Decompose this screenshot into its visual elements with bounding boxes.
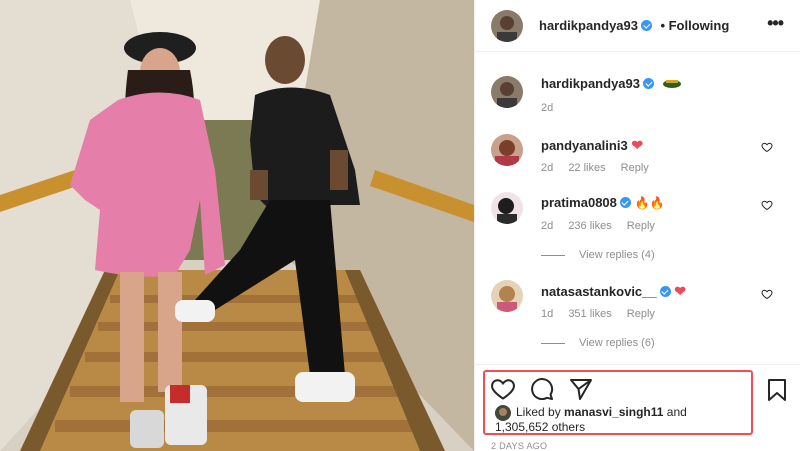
comment-time: 1d bbox=[541, 308, 554, 320]
heart-icon[interactable] bbox=[761, 288, 773, 300]
save-icon[interactable] bbox=[766, 378, 788, 402]
caption-username-line: hardikpandya93 bbox=[541, 76, 682, 91]
caption-time: 2d bbox=[541, 102, 554, 114]
post-image bbox=[0, 0, 474, 451]
author-line: hardikpandya93 • Following bbox=[539, 17, 729, 35]
comment-likes[interactable]: 236 likes bbox=[568, 220, 611, 232]
likes-count[interactable]: 1,305,652 others bbox=[495, 420, 585, 434]
caption-username[interactable]: hardikpandya93 bbox=[541, 76, 640, 91]
comment-avatar[interactable] bbox=[491, 280, 523, 312]
comment-likes[interactable]: 351 likes bbox=[568, 308, 611, 320]
caption-meta: 2d bbox=[541, 102, 565, 114]
comment-meta: 2d 236 likes Reply bbox=[541, 220, 667, 232]
post-sidebar: hardikpandya93 • Following ••• hardikpan… bbox=[474, 0, 800, 451]
reply-button[interactable]: Reply bbox=[627, 308, 655, 320]
comment-icon[interactable] bbox=[530, 378, 554, 400]
liked-by-label: Liked by bbox=[516, 405, 561, 419]
view-replies-label: View replies (4) bbox=[579, 249, 655, 261]
view-replies-label: View replies (6) bbox=[579, 337, 655, 349]
reply-button[interactable]: Reply bbox=[621, 162, 649, 174]
replies-divider bbox=[541, 342, 565, 344]
comment-username-line: pratima0808 🔥🔥 bbox=[541, 195, 664, 210]
cap-emoji-icon bbox=[662, 80, 681, 88]
verified-icon bbox=[659, 286, 671, 297]
comment-username-line: natasastankovic__ ❤ bbox=[541, 283, 686, 300]
comment-likes[interactable]: 22 likes bbox=[568, 162, 605, 174]
comment-username[interactable]: natasastankovic__ bbox=[541, 284, 657, 299]
author-avatar[interactable] bbox=[491, 10, 523, 42]
like-icon[interactable] bbox=[491, 378, 515, 400]
likes-summary: Liked by manasvi_singh11 and 1,305,652 o… bbox=[495, 405, 687, 435]
comment-username-line: pandyanalini3 ❤ bbox=[541, 137, 643, 154]
verified-icon bbox=[619, 197, 631, 208]
comment-avatar[interactable] bbox=[491, 134, 523, 166]
author-username[interactable]: hardikpandya93 bbox=[539, 18, 638, 33]
following-button[interactable]: • Following bbox=[660, 18, 729, 33]
post-photo[interactable] bbox=[0, 0, 474, 451]
comment-time: 2d bbox=[541, 220, 554, 232]
more-icon[interactable]: ••• bbox=[767, 14, 784, 32]
verified-icon bbox=[641, 20, 652, 31]
view-replies-button[interactable]: View replies (4) bbox=[541, 249, 655, 261]
comment-username[interactable]: pratima0808 bbox=[541, 195, 617, 210]
comment-meta: 2d 22 likes Reply bbox=[541, 162, 661, 174]
heart-icon[interactable] bbox=[761, 199, 773, 211]
comment-time: 2d bbox=[541, 162, 554, 174]
fire-emoji: 🔥🔥 bbox=[634, 196, 665, 210]
comment-username[interactable]: pandyanalini3 bbox=[541, 138, 628, 153]
post-actions: Liked by manasvi_singh11 and 1,305,652 o… bbox=[475, 364, 800, 451]
liker-username[interactable]: manasvi_singh11 bbox=[564, 405, 663, 419]
caption-avatar[interactable] bbox=[491, 76, 523, 108]
reply-button[interactable]: Reply bbox=[627, 220, 655, 232]
heart-icon[interactable] bbox=[761, 141, 773, 153]
comment-meta: 1d 351 likes Reply bbox=[541, 308, 667, 320]
view-replies-button[interactable]: View replies (6) bbox=[541, 337, 655, 349]
share-icon[interactable] bbox=[569, 378, 593, 400]
liker-avatar[interactable] bbox=[495, 405, 511, 421]
heart-emoji: ❤ bbox=[631, 137, 644, 153]
comment-avatar[interactable] bbox=[491, 192, 523, 224]
liked-conj: and bbox=[666, 405, 687, 419]
post-header: hardikpandya93 • Following ••• bbox=[475, 0, 800, 52]
post-timestamp[interactable]: 2 DAYS AGO bbox=[491, 441, 547, 451]
heart-emoji: ❤ bbox=[674, 283, 686, 299]
replies-divider bbox=[541, 254, 565, 256]
verified-icon bbox=[643, 78, 654, 89]
